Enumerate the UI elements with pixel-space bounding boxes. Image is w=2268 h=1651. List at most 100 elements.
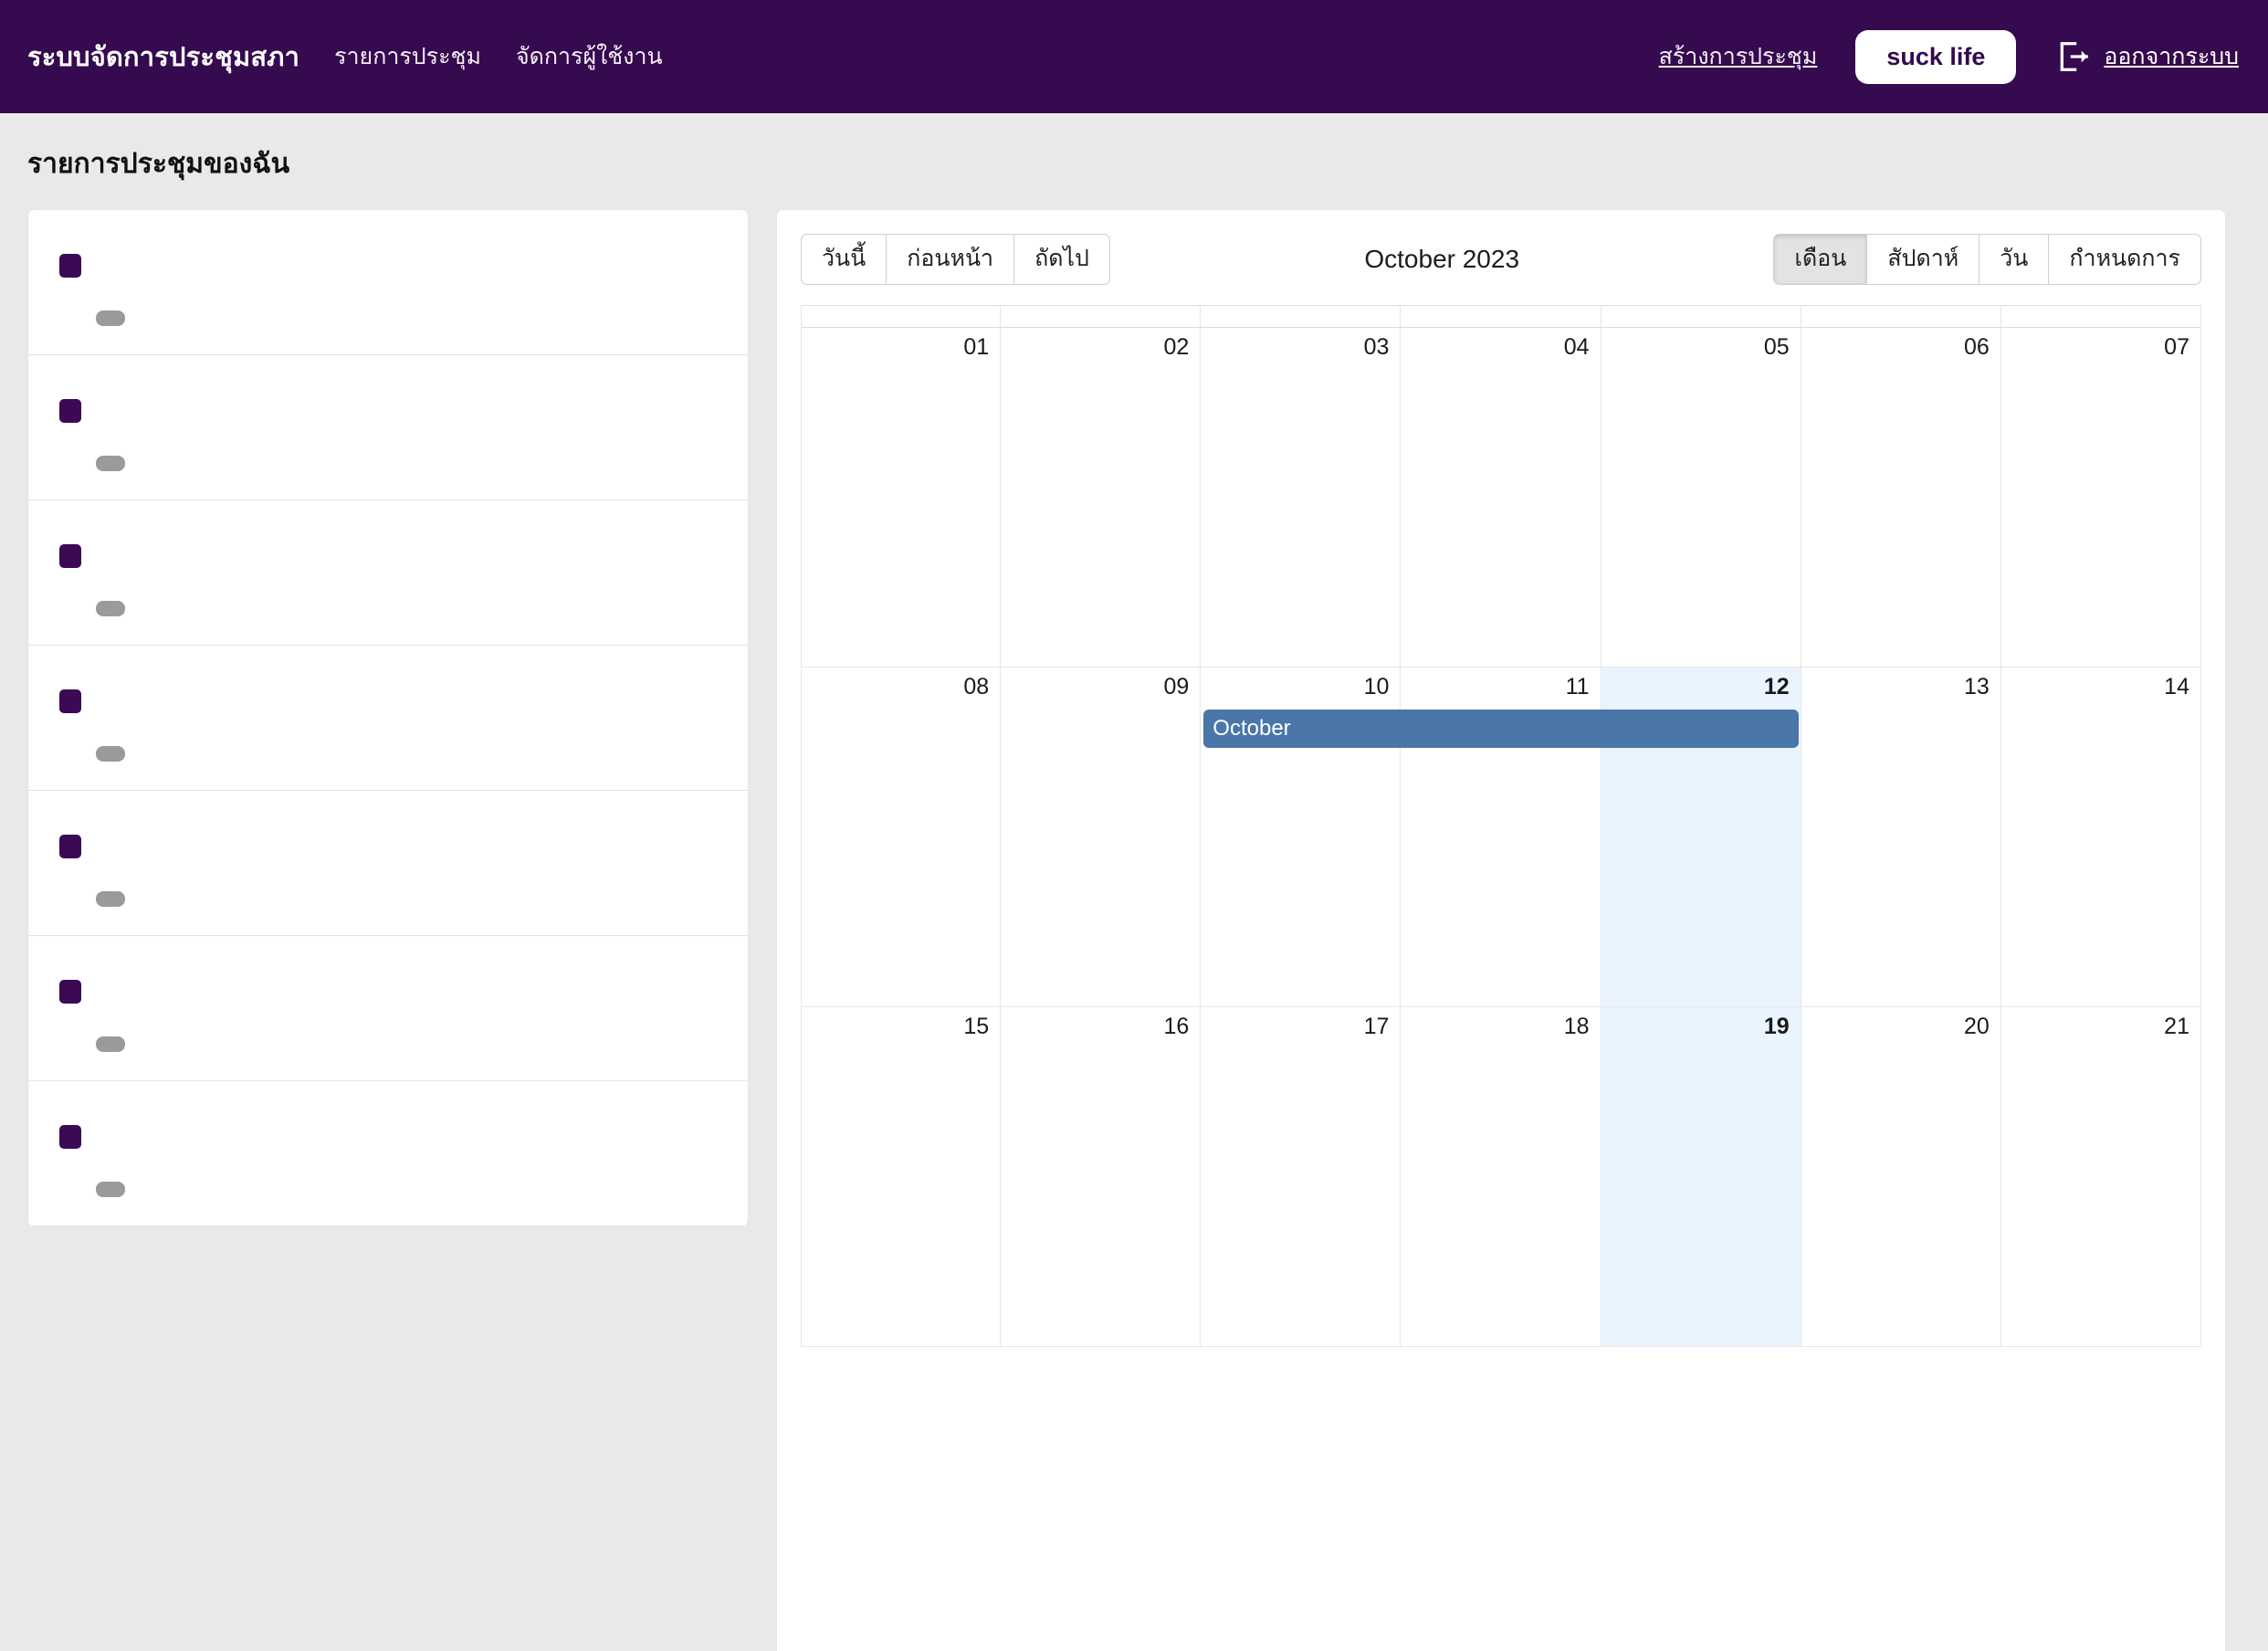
meeting-time-badge	[96, 746, 125, 762]
calendar-week-row: 01 02 03 04 05 06 07	[801, 327, 2201, 668]
user-account-button[interactable]: suck life	[1855, 29, 2017, 84]
meeting-color-bullet-icon	[59, 980, 81, 1004]
page-title: รายการประชุมของฉัน	[27, 149, 290, 179]
meeting-list-item	[28, 936, 748, 1081]
calendar-view-button-group: เดือน สัปดาห์ วัน กำหนดการ	[1773, 234, 2201, 285]
calendar-view-month-button[interactable]: เดือน	[1773, 234, 1868, 285]
calendar-day-number: 02	[1163, 333, 1190, 360]
top-navbar: ระบบจัดการประชุมสภา รายการประชุม จัดการผ…	[0, 0, 2268, 113]
nav-right-cluster: สร้างการประชุม suck life ออกจากระบบ	[1659, 29, 2239, 84]
meeting-color-bullet-icon	[59, 1125, 81, 1149]
calendar-day-number: 04	[1563, 333, 1590, 360]
app-brand-title: ระบบจัดการประชุมสภา	[27, 43, 300, 72]
calendar-period-title: October 2023	[1364, 244, 1520, 273]
calendar-day-number: 14	[2164, 673, 2189, 699]
calendar-day-cell[interactable]: 13	[1801, 667, 2001, 1007]
meeting-list-item	[28, 791, 748, 936]
calendar-day-cell[interactable]: 20	[1801, 1006, 2001, 1347]
calendar-day-cell[interactable]: 21	[2000, 1006, 2201, 1347]
calendar-week-row: 15 16 17 18 19 20 21	[801, 1006, 2201, 1347]
main-layout: วันนี้ ก่อนหน้า ถัดไป October 2023 เดือน…	[0, 209, 2268, 1651]
meeting-list-item	[28, 210, 748, 355]
calendar-day-cell[interactable]: 04	[1401, 327, 1601, 668]
calendar-event-bar[interactable]: October	[1203, 709, 1799, 749]
meeting-color-bullet-icon	[59, 835, 81, 858]
meeting-title-row	[59, 980, 717, 1004]
calendar-grid: 01 02 03 04 05 06 07 08 09 10 11 12 13 14 October 15 16 1…	[801, 304, 2201, 1347]
calendar-day-number: 03	[1363, 333, 1390, 360]
calendar-day-number: 09	[1163, 673, 1190, 699]
calendar-day-cell[interactable]: 05	[1601, 327, 1801, 668]
meeting-time-badge	[96, 891, 125, 907]
meeting-list-item	[28, 1081, 748, 1226]
calendar-day-header	[1201, 305, 1402, 328]
meeting-time-badge	[96, 1182, 125, 1197]
meeting-time-badge	[96, 456, 125, 471]
meeting-list-item	[28, 500, 748, 646]
calendar-day-header-row	[801, 305, 2201, 328]
meeting-title-row	[59, 1125, 717, 1149]
calendar-day-number: 11	[1565, 673, 1590, 699]
calendar-day-cell[interactable]: 02	[1001, 327, 1202, 668]
calendar-view-week-button[interactable]: สัปดาห์	[1866, 234, 1980, 285]
calendar-today-button[interactable]: วันนี้	[801, 234, 887, 285]
meeting-color-bullet-icon	[59, 689, 81, 713]
calendar-prev-button[interactable]: ก่อนหน้า	[886, 234, 1015, 285]
calendar-day-cell[interactable]: 09	[1001, 667, 1202, 1007]
calendar-day-number: 05	[1763, 333, 1790, 360]
calendar-day-cell[interactable]: 18	[1401, 1006, 1601, 1347]
calendar-panel: วันนี้ ก่อนหน้า ถัดไป October 2023 เดือน…	[776, 209, 2226, 1651]
calendar-day-cell[interactable]: 17	[1201, 1006, 1402, 1347]
calendar-day-cell[interactable]: 01	[801, 327, 1002, 668]
calendar-day-number: 12	[1763, 673, 1790, 699]
calendar-day-cell[interactable]: 14	[2000, 667, 2201, 1007]
calendar-day-number: 08	[963, 673, 990, 699]
calendar-day-number: 15	[963, 1013, 990, 1039]
meeting-color-bullet-icon	[59, 544, 81, 568]
calendar-day-header	[1401, 305, 1601, 328]
meeting-time-badge	[96, 310, 125, 326]
calendar-day-number: 10	[1363, 673, 1390, 699]
logout-label: ออกจากระบบ	[2104, 44, 2239, 69]
calendar-day-cell[interactable]: 15	[801, 1006, 1002, 1347]
calendar-day-number: 18	[1563, 1013, 1590, 1039]
logout-icon	[2056, 39, 2091, 74]
calendar-day-header	[2000, 305, 2201, 328]
calendar-week-row: 08 09 10 11 12 13 14 October	[801, 667, 2201, 1007]
meeting-list-item	[28, 355, 748, 500]
calendar-next-button[interactable]: ถัดไป	[1013, 234, 1110, 285]
meeting-color-bullet-icon	[59, 254, 81, 278]
meeting-title-row	[59, 835, 717, 858]
calendar-nav-button-group: วันนี้ ก่อนหน้า ถัดไป	[801, 234, 1110, 285]
calendar-day-header	[801, 305, 1002, 328]
calendar-day-cell[interactable]: 06	[1801, 327, 2001, 668]
nav-link-user-management[interactable]: จัดการผู้ใช้งาน	[516, 38, 663, 75]
calendar-day-cell[interactable]: 07	[2000, 327, 2201, 668]
calendar-day-number: 17	[1363, 1013, 1390, 1039]
calendar-week-rows: 01 02 03 04 05 06 07 08 09 10 11 12 13 14 October 15 16 1…	[801, 327, 2201, 1347]
meeting-title-row	[59, 399, 717, 423]
calendar-day-cell[interactable]: 03	[1201, 327, 1402, 668]
calendar-day-cell[interactable]: 08	[801, 667, 1002, 1007]
meeting-list-item	[28, 646, 748, 791]
calendar-day-number: 13	[1964, 673, 1990, 699]
calendar-day-number: 06	[1964, 333, 1990, 360]
calendar-view-agenda-button[interactable]: กำหนดการ	[2048, 234, 2201, 285]
logout-button[interactable]: ออกจากระบบ	[2056, 38, 2239, 75]
primary-nav: รายการประชุม จัดการผู้ใช้งาน	[334, 38, 663, 75]
meeting-title-row	[59, 689, 717, 713]
calendar-toolbar: วันนี้ ก่อนหน้า ถัดไป October 2023 เดือน…	[801, 234, 2201, 305]
nav-link-meeting-list[interactable]: รายการประชุม	[334, 38, 481, 75]
calendar-day-cell[interactable]: 19	[1601, 1006, 1801, 1347]
calendar-view-day-button[interactable]: วัน	[1979, 234, 2050, 285]
calendar-day-number: 21	[2164, 1013, 2189, 1039]
meeting-title-row	[59, 544, 717, 568]
nav-link-create-meeting[interactable]: สร้างการประชุม	[1659, 38, 1818, 75]
calendar-day-number: 16	[1163, 1013, 1190, 1039]
meeting-time-badge	[96, 601, 125, 616]
calendar-day-number: 01	[963, 333, 990, 360]
calendar-day-header	[1601, 305, 1801, 328]
calendar-day-header	[1001, 305, 1202, 328]
calendar-day-number: 07	[2164, 333, 2189, 360]
calendar-day-cell[interactable]: 16	[1001, 1006, 1202, 1347]
